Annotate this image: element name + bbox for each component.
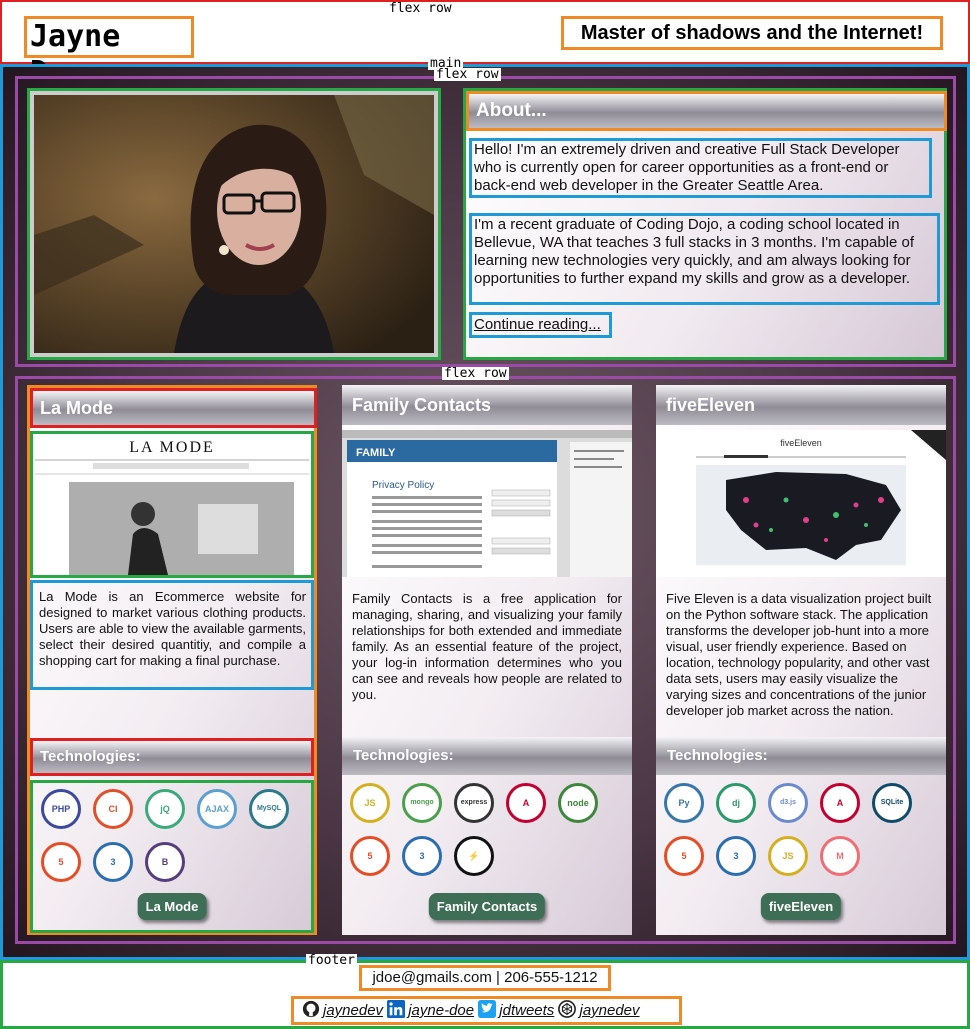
continue-reading-link[interactable]: Continue reading... xyxy=(469,312,612,338)
project-description: Five Eleven is a data visualization proj… xyxy=(666,591,932,718)
family-contacts-screenshot-image: FAMILY Privacy Policy xyxy=(342,430,632,577)
profile-photo-image xyxy=(34,95,434,353)
sqlite-icon: SQLite xyxy=(872,783,912,823)
site-header: Jayne Doe Master of shadows and the Inte… xyxy=(0,0,970,90)
about-paragraph-2: I'm a recent graduate of Coding Dojo, a … xyxy=(469,213,940,305)
project-description: La Mode is an Ecommerce website for desi… xyxy=(30,580,314,690)
php-icon: PHP xyxy=(41,789,81,829)
projects-row: La Mode LA MODE La Mode is an Ecommerce … xyxy=(15,376,956,944)
bootstrap-icon: B xyxy=(145,842,185,882)
github-icon xyxy=(302,1000,320,1018)
nodejs-icon: node xyxy=(558,783,598,823)
la-mode-screenshot-image: LA MODE xyxy=(33,434,311,575)
codeigniter-icon: CI xyxy=(93,789,133,829)
html5-icon: 5 xyxy=(350,836,390,876)
css3-icon: 3 xyxy=(402,836,442,876)
html5-icon: 5 xyxy=(41,842,81,882)
materialize-icon: M xyxy=(820,836,860,876)
python-icon: Py xyxy=(664,783,704,823)
project-title: fiveEleven xyxy=(656,385,946,425)
javascript-icon: JS xyxy=(768,836,808,876)
project-screenshot[interactable]: FAMILY Privacy Policy xyxy=(342,430,632,577)
social-links: jaynedev jayne-doe jdtweets jaynedev xyxy=(291,996,682,1025)
screenshot-heading: LA MODE xyxy=(129,439,215,456)
debug-label-projects: flex row xyxy=(442,366,509,381)
project-card-la-mode: La Mode LA MODE La Mode is an Ecommerce … xyxy=(27,385,317,935)
la-mode-button[interactable]: La Mode xyxy=(137,893,207,920)
project-card-family-contacts: Family Contacts FAMILY Privacy Policy Fa… xyxy=(342,385,632,935)
debug-label-main-flex: flex row xyxy=(434,67,501,82)
site-footer: jdoe@gmails.com | 206-555-1212 jaynedev … xyxy=(0,960,970,1029)
technology-icons: Py dj d3.js A SQLite 5 3 JS M xyxy=(664,783,939,903)
project-title: Family Contacts xyxy=(342,385,632,425)
project-title: La Mode xyxy=(30,388,317,428)
technologies-title: Technologies: xyxy=(342,737,632,775)
css3-icon: 3 xyxy=(716,836,756,876)
codepen-link[interactable]: jaynedev xyxy=(579,1002,639,1019)
project-description: Family Contacts is a free application fo… xyxy=(352,591,622,702)
project-card-fiveeleven: fiveEleven fiveEleven Five Eleven is a d… xyxy=(656,385,946,935)
mysql-icon: MySQL xyxy=(249,789,289,829)
family-contacts-button[interactable]: Family Contacts xyxy=(428,893,546,920)
about-section: About... Hello! I'm an extremely driven … xyxy=(463,88,947,360)
mongodb-icon: mongo xyxy=(402,783,442,823)
project-screenshot[interactable]: LA MODE xyxy=(30,431,314,578)
javascript-icon: JS xyxy=(350,783,390,823)
about-title: About... xyxy=(466,91,947,131)
d3js-icon: d3.js xyxy=(768,783,808,823)
fiveeleven-screenshot-image: fiveEleven xyxy=(656,430,946,577)
express-icon: express xyxy=(454,783,494,823)
about-paragraph-1: Hello! I'm an extremely driven and creat… xyxy=(469,138,932,198)
css3-icon: 3 xyxy=(93,842,133,882)
project-screenshot[interactable]: fiveEleven xyxy=(656,430,946,577)
django-icon: dj xyxy=(716,783,756,823)
technologies-title: Technologies: xyxy=(30,738,314,776)
html5-icon: 5 xyxy=(664,836,704,876)
angular-icon: A xyxy=(506,783,546,823)
screenshot-heading: fiveEleven xyxy=(780,438,822,448)
debug-label-header: flex row xyxy=(387,1,454,16)
svg-text:FAMILY: FAMILY xyxy=(356,447,396,459)
linkedin-icon xyxy=(387,1000,406,1018)
about-row: About... Hello! I'm an extremely driven … xyxy=(15,76,956,367)
codepen-icon xyxy=(558,1000,577,1018)
fiveeleven-button[interactable]: fiveEleven xyxy=(760,893,842,920)
site-tagline: Master of shadows and the Internet! xyxy=(561,16,943,50)
github-link[interactable]: jaynedev xyxy=(323,1002,383,1019)
linkedin-link[interactable]: jayne-doe xyxy=(408,1002,474,1019)
debug-label-footer: footer xyxy=(306,953,357,968)
profile-photo xyxy=(27,88,441,360)
twitter-icon xyxy=(478,1000,497,1018)
main-content: About... Hello! I'm an extremely driven … xyxy=(0,64,970,960)
twitter-link[interactable]: jdtweets xyxy=(499,1002,554,1019)
screenshot-heading: Privacy Policy xyxy=(372,480,434,491)
contact-info: jdoe@gmails.com | 206-555-1212 xyxy=(359,965,611,991)
angular-icon: A xyxy=(820,783,860,823)
socketio-icon: ⚡ xyxy=(454,836,494,876)
jquery-icon: jQ xyxy=(145,789,185,829)
site-name: Jayne Doe xyxy=(24,16,194,90)
ajax-icon: AJAX xyxy=(197,789,237,829)
technologies-title: Technologies: xyxy=(656,737,946,775)
technology-icons: JS mongo express Anode 5 3 ⚡ xyxy=(350,783,625,903)
